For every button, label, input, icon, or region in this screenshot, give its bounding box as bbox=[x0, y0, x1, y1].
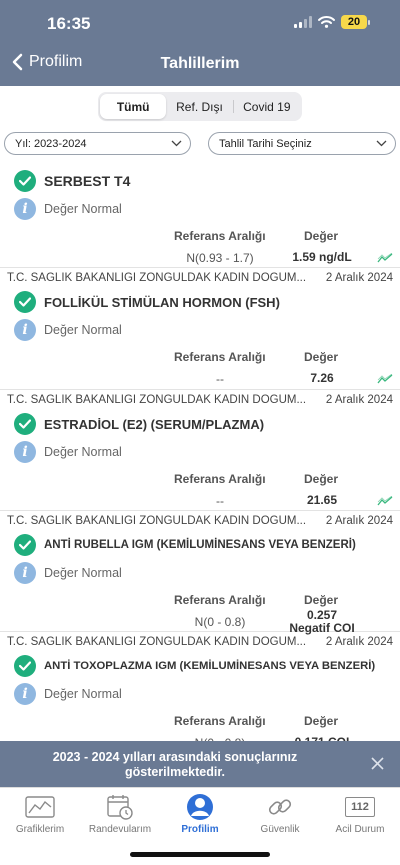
result-card[interactable]: T.C. SAĞLIK BAKANLIĞI ZONGULDAK KADIN DO… bbox=[0, 511, 400, 635]
reference-header: Referans Aralığı bbox=[174, 229, 266, 243]
results-list: SERBEST T4 i Değer Normal Referans Aralı… bbox=[0, 166, 400, 752]
reference-value: N(0 - 0.8) bbox=[194, 615, 246, 629]
result-card[interactable]: SERBEST T4 i Değer Normal Referans Aralı… bbox=[0, 167, 400, 268]
value-header: Değer bbox=[304, 229, 339, 243]
battery-level: 20 bbox=[341, 15, 367, 29]
reference-header: Referans Aralığı bbox=[174, 350, 266, 364]
info-banner: 2023 - 2024 yılları arasındaki sonuçları… bbox=[0, 741, 400, 787]
check-circle-icon bbox=[14, 170, 36, 192]
battery-icon: 20 bbox=[341, 15, 370, 29]
wifi-icon bbox=[318, 16, 335, 28]
reference-value: -- bbox=[216, 494, 224, 508]
year-dropdown-value: Yıl: 2023-2024 bbox=[15, 137, 87, 150]
reference-header: Referans Aralığı bbox=[174, 593, 266, 607]
source-name: T.C. SAĞLIK BAKANLIĞI ZONGULDAK KADIN DO… bbox=[7, 272, 307, 284]
chart-icon bbox=[25, 796, 55, 818]
result-value: 1.59 ng/dL bbox=[292, 250, 352, 264]
test-name: ESTRADİOL (E2) (SERUM/PLAZMA) bbox=[44, 416, 265, 432]
result-date: 2 Aralık 2024 bbox=[325, 515, 393, 527]
status-icons: 20 bbox=[294, 15, 370, 29]
info-icon[interactable]: i bbox=[14, 198, 36, 220]
info-icon[interactable]: i bbox=[14, 319, 36, 341]
result-date: 2 Aralık 2024 bbox=[325, 636, 393, 648]
tab-charts[interactable]: Grafiklerim bbox=[0, 794, 80, 835]
result-card[interactable]: T.C. SAĞLIK BAKANLIĞI ZONGULDAK KADIN DO… bbox=[0, 632, 400, 752]
info-icon[interactable]: i bbox=[14, 562, 36, 584]
test-name: SERBEST T4 bbox=[44, 173, 131, 189]
source-name: T.C. SAĞLIK BAKANLIĞI ZONGULDAK KADIN DO… bbox=[7, 636, 307, 648]
status-text: Değer Normal bbox=[44, 202, 122, 216]
source-name: T.C. SAĞLIK BAKANLIĞI ZONGULDAK KADIN DO… bbox=[7, 394, 307, 406]
status-time: 16:35 bbox=[47, 14, 91, 33]
status-text: Değer Normal bbox=[44, 323, 122, 337]
date-dropdown[interactable]: Tahlil Tarihi Seçiniz bbox=[208, 132, 396, 155]
chevron-down-icon bbox=[171, 140, 182, 147]
banner-text: 2023 - 2024 yılları arasındaki sonuçları… bbox=[52, 750, 298, 779]
emergency-112-icon: 112 bbox=[345, 797, 375, 817]
header-bar: 16:35 20 Profilim Tahlillerim bbox=[0, 0, 400, 86]
status-text: Değer Normal bbox=[44, 566, 122, 580]
cellular-signal-icon bbox=[294, 16, 312, 28]
link-icon bbox=[268, 799, 292, 815]
tab-emergency[interactable]: 112 Acil Durum bbox=[320, 794, 400, 835]
value-header: Değer bbox=[304, 593, 339, 607]
test-name: FOLLİKÜL STİMÜLAN HORMON (FSH) bbox=[44, 294, 280, 310]
status-text: Değer Normal bbox=[44, 445, 122, 459]
date-dropdown-placeholder: Tahlil Tarihi Seçiniz bbox=[219, 137, 312, 150]
profile-icon bbox=[187, 794, 213, 820]
segmented-control: Tümü Ref. Dışı Covid 19 bbox=[98, 92, 302, 121]
tab-label: Acil Durum bbox=[335, 824, 385, 835]
year-dropdown[interactable]: Yıl: 2023-2024 bbox=[4, 132, 191, 155]
info-icon[interactable]: i bbox=[14, 441, 36, 463]
result-value: 21.65 bbox=[306, 493, 338, 507]
back-button[interactable]: Profilim bbox=[12, 53, 82, 71]
home-indicator[interactable] bbox=[130, 852, 270, 857]
tab-profile[interactable]: Profilim bbox=[160, 794, 240, 835]
result-card[interactable]: T.C. SAĞLIK BAKANLIĞI ZONGULDAK KADIN DO… bbox=[0, 268, 400, 390]
tab-security[interactable]: Güvenlik bbox=[240, 794, 320, 835]
reference-value: N(0.93 - 1.7) bbox=[186, 251, 254, 265]
value-header: Değer bbox=[304, 472, 339, 486]
segment-all[interactable]: Tümü bbox=[100, 94, 167, 119]
result-value: 7.26 bbox=[310, 371, 334, 385]
segment-covid[interactable]: Covid 19 bbox=[234, 94, 300, 119]
calendar-clock-icon bbox=[107, 795, 133, 820]
tab-label: Grafiklerim bbox=[15, 824, 65, 835]
reference-header: Referans Aralığı bbox=[174, 472, 266, 486]
check-circle-icon bbox=[14, 655, 36, 677]
source-name: T.C. SAĞLIK BAKANLIĞI ZONGULDAK KADIN DO… bbox=[7, 515, 307, 527]
trend-chart-icon[interactable] bbox=[377, 253, 393, 263]
tab-appointments[interactable]: Randevularım bbox=[80, 794, 160, 835]
test-name: ANTİ RUBELLA IGM (KEMİLUMİNESANS VEYA BE… bbox=[44, 539, 356, 551]
reference-header: Referans Aralığı bbox=[174, 714, 266, 728]
test-name: ANTİ TOXOPLAZMA IGM (KEMİLUMİNESANS VEYA… bbox=[44, 660, 376, 672]
result-date: 2 Aralık 2024 bbox=[325, 272, 393, 284]
info-icon[interactable]: i bbox=[14, 683, 36, 705]
value-header: Değer bbox=[304, 714, 339, 728]
trend-chart-icon[interactable] bbox=[377, 496, 393, 506]
chevron-left-icon bbox=[12, 53, 23, 71]
trend-chart-icon[interactable] bbox=[377, 374, 393, 384]
close-icon[interactable] bbox=[371, 757, 384, 770]
check-circle-icon bbox=[14, 534, 36, 556]
result-card[interactable]: T.C. SAĞLIK BAKANLIĞI ZONGULDAK KADIN DO… bbox=[0, 390, 400, 511]
tab-label: Güvenlik bbox=[260, 824, 300, 835]
check-circle-icon bbox=[14, 291, 36, 313]
status-text: Değer Normal bbox=[44, 687, 122, 701]
value-header: Değer bbox=[304, 350, 339, 364]
chevron-down-icon bbox=[376, 140, 387, 147]
tab-label: Profilim bbox=[181, 824, 219, 835]
back-label: Profilim bbox=[29, 53, 83, 70]
check-circle-icon bbox=[14, 413, 36, 435]
tab-label: Randevularım bbox=[88, 824, 152, 835]
segment-out-of-range[interactable]: Ref. Dışı bbox=[166, 94, 232, 119]
reference-value: -- bbox=[216, 372, 224, 386]
result-date: 2 Aralık 2024 bbox=[325, 394, 393, 406]
